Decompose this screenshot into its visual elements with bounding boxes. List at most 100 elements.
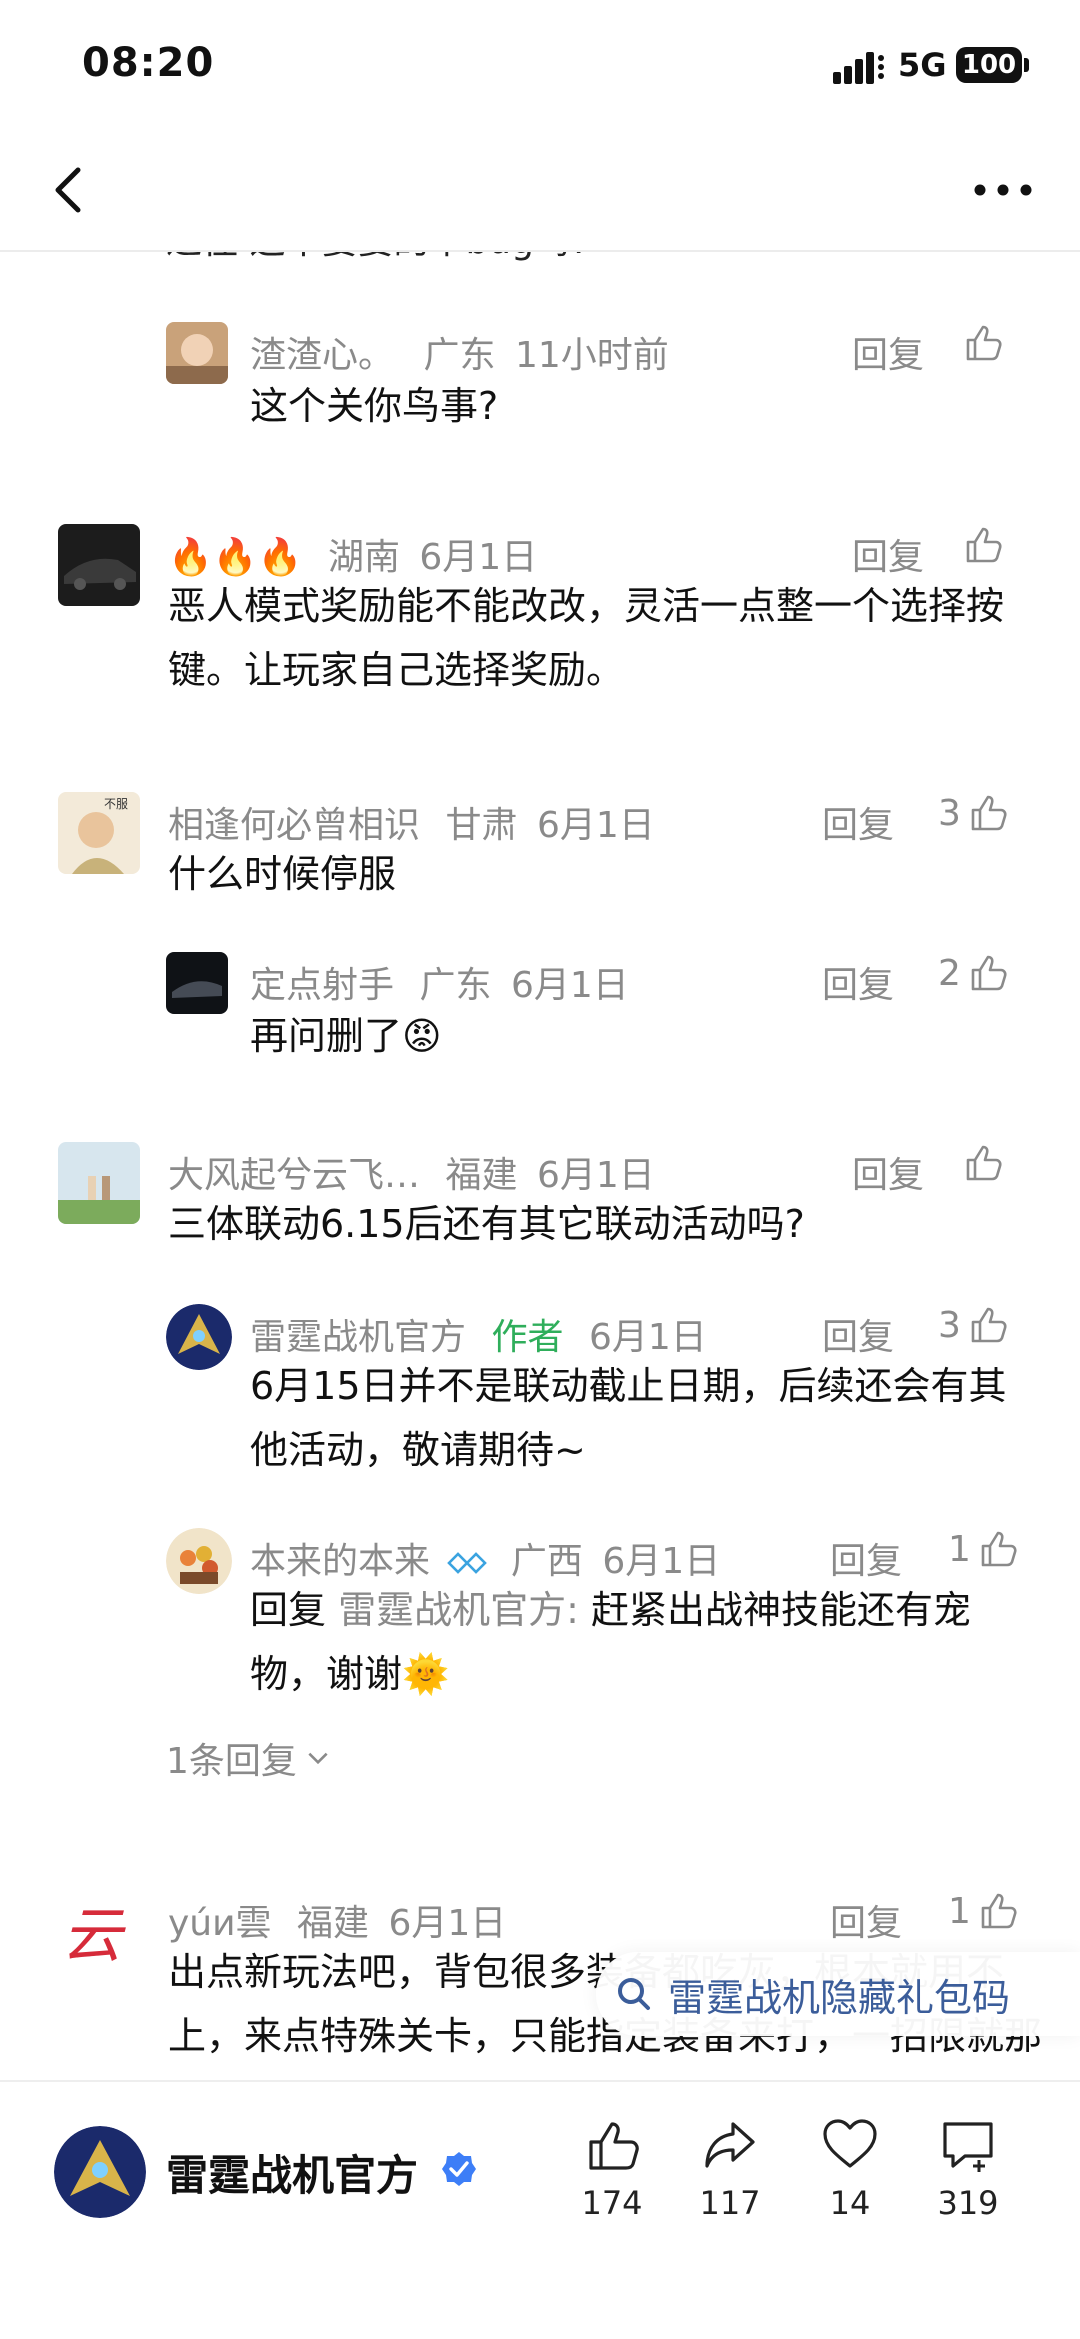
reply-button[interactable]: 回复	[822, 1308, 894, 1360]
like-button[interactable]: 3	[938, 792, 1009, 834]
chevron-down-icon	[308, 1752, 328, 1765]
thumbs-up-icon	[966, 325, 1002, 361]
avatar[interactable]: 不服	[58, 792, 140, 874]
like-button[interactable]	[962, 524, 1004, 566]
comment-meta: 雷霆战机官方 作者 6月1日	[250, 1308, 707, 1360]
timestamp: 6月1日	[536, 1155, 655, 1196]
comment-meta: 定点射手 广东 6月1日	[250, 956, 629, 1008]
bottom-action-bar: 雷霆战机官方 174 117 14 319	[0, 2080, 1080, 2339]
comment-meta: 本来的本来 广西 6月1日	[250, 1532, 720, 1584]
timestamp: 6月1日	[419, 537, 538, 578]
username[interactable]: 渣渣心。	[250, 335, 394, 376]
like-action[interactable]: 174	[562, 2116, 662, 2222]
comment-icon	[943, 2122, 993, 2172]
more-replies-label: 1条回复	[166, 1741, 297, 1782]
thumbs-up-icon	[971, 1307, 1007, 1343]
like-button[interactable]: 1	[948, 1528, 1019, 1570]
back-arrow-icon[interactable]	[40, 160, 100, 220]
reply-button[interactable]: 回复	[852, 326, 924, 378]
signal-icon	[833, 52, 884, 84]
network-type: 5G	[898, 46, 947, 84]
reply-comment: 渣渣心。 广东 11小时前 回复 这个关你鸟事?	[166, 322, 1046, 442]
thumbs-up-icon	[981, 1531, 1017, 1567]
battery-indicator: 100	[956, 47, 1022, 83]
top-comment: 大风起兮云飞… 福建 6月1日 回复 三体联动6.15后还有其它联动活动吗?	[58, 1142, 1048, 1262]
thumbs-up-icon	[971, 955, 1007, 991]
like-count: 3	[938, 792, 961, 834]
comment-meta: 渣渣心。 广东 11小时前	[250, 326, 669, 378]
reply-button[interactable]: 回复	[852, 1146, 924, 1198]
reply-prefix: 回复	[250, 1588, 339, 1632]
comment-text: 恶人模式奖励能不能改改，灵活一点整一个选择按键。让玩家自己选择奖励。	[168, 584, 1005, 692]
share-action[interactable]: 117	[680, 2116, 780, 2222]
comment-meta: 🔥🔥🔥 湖南 6月1日	[168, 528, 537, 580]
search-suggestion[interactable]: 雷霆战机隐藏礼包码	[596, 1952, 1080, 2036]
timestamp: 6月1日	[388, 1903, 507, 1944]
like-count: 3	[938, 1304, 961, 1346]
location: 福建	[296, 1903, 369, 1944]
location: 甘肃	[445, 805, 518, 846]
avatar[interactable]: 云	[58, 1890, 140, 1972]
like-count: 174	[581, 2184, 643, 2222]
like-count: 1	[948, 1890, 971, 1932]
nav-bar	[0, 130, 1080, 252]
reply-button[interactable]: 回复	[822, 796, 894, 848]
timestamp: 6月1日	[602, 1541, 721, 1582]
location: 广东	[419, 965, 492, 1006]
search-suggestion-text: 雷霆战机隐藏礼包码	[668, 1975, 1011, 2020]
username[interactable]: 大风起兮云飞…	[168, 1155, 420, 1196]
username[interactable]: 相逢何必曾相识	[168, 805, 420, 846]
reply-comment: 本来的本来 广西 6月1日 回复 1 回复 雷霆战机官方: 赶紧出战神技能还有宠…	[166, 1528, 1048, 1708]
comment-meta: 相逢何必曾相识 甘肃 6月1日	[168, 796, 655, 848]
like-count: 2	[938, 952, 961, 994]
comment-text: 回复 雷霆战机官方: 赶紧出战神技能还有宠物，谢谢🌞	[250, 1578, 1030, 1706]
like-button[interactable]: 3	[938, 1304, 1009, 1346]
username[interactable]: yúи雲	[168, 1903, 272, 1944]
comment-action[interactable]: 319	[918, 2116, 1018, 2222]
reply-button[interactable]: 回复	[830, 1894, 902, 1946]
thumbs-up-icon	[981, 1893, 1017, 1929]
reply-button[interactable]: 回复	[822, 956, 894, 1008]
favorite-action[interactable]: 14	[800, 2116, 900, 2222]
comment-text: 这个关你鸟事?	[250, 384, 499, 428]
avatar[interactable]	[166, 1528, 232, 1594]
like-count: 1	[948, 1528, 971, 1570]
avatar[interactable]	[166, 322, 228, 384]
expand-replies-button[interactable]: 1条回复	[166, 1732, 331, 1784]
username[interactable]: 🔥🔥🔥	[168, 537, 302, 578]
reply-button[interactable]: 回复	[830, 1532, 902, 1584]
like-button[interactable]: 2	[938, 952, 1009, 994]
search-icon	[618, 1978, 650, 2010]
thumbs-up-icon	[589, 2122, 639, 2170]
comment-feed[interactable]: 过往 这不要要的卡bug吗? 渣渣心。 广东 11小时前 回复 这个关你鸟事?	[0, 252, 1080, 2080]
timestamp: 6月1日	[536, 805, 655, 846]
like-button[interactable]	[962, 1142, 1004, 1184]
avatar[interactable]	[166, 1304, 232, 1370]
author-badge: 作者	[491, 1317, 564, 1358]
timestamp: 11小时前	[514, 335, 669, 376]
comment-count: 319	[937, 2184, 999, 2222]
like-button[interactable]	[962, 322, 1004, 364]
avatar[interactable]	[58, 1142, 140, 1224]
location: 福建	[445, 1155, 518, 1196]
channel-avatar[interactable]	[54, 2126, 146, 2218]
clipped-comment-text: 过往 这不要要的卡bug吗?	[166, 252, 589, 264]
reply-comment: 定点射手 广东 6月1日 回复 2 再问删了😡	[166, 952, 1048, 1072]
reply-target[interactable]: 雷霆战机官方:	[338, 1588, 579, 1632]
like-button[interactable]: 1	[948, 1890, 1019, 1932]
reply-button[interactable]: 回复	[852, 528, 924, 580]
username[interactable]: 本来的本来	[250, 1541, 430, 1582]
timestamp: 6月1日	[588, 1317, 707, 1358]
more-options-icon[interactable]	[968, 170, 1038, 210]
share-count: 117	[699, 2184, 761, 2222]
comment-text: 再问删了😡	[250, 1014, 442, 1058]
username[interactable]: 定点射手	[250, 965, 394, 1006]
username[interactable]: 雷霆战机官方	[250, 1317, 466, 1358]
svg-text:不服: 不服	[104, 797, 128, 811]
share-icon	[705, 2122, 755, 2168]
infinity-badge-icon	[447, 1552, 488, 1574]
channel-name[interactable]: 雷霆战机官方	[166, 2142, 418, 2203]
avatar[interactable]	[166, 952, 228, 1014]
avatar[interactable]	[58, 524, 140, 606]
reply-comment: 雷霆战机官方 作者 6月1日 回复 3 6月15日并不是联动截止日期，后续还会有…	[166, 1304, 1048, 1484]
